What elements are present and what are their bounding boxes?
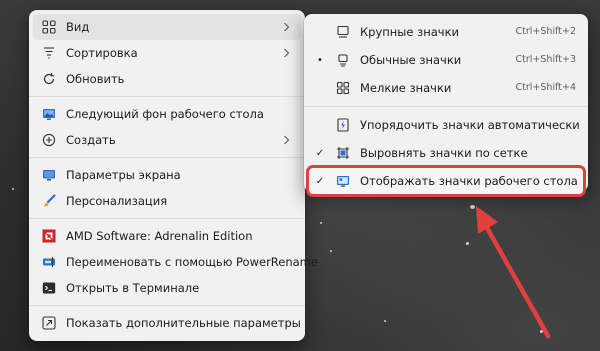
grid-icon [42, 20, 56, 34]
menu-item-label: Создать [66, 133, 116, 147]
menu-separator [29, 96, 305, 97]
chevron-right-icon [281, 20, 291, 34]
shortcut-hint: Ctrl+Shift+2 [515, 26, 576, 37]
checkmark-icon: ✓ [315, 147, 325, 159]
wallpaper-speck [330, 250, 332, 252]
submenu-item-show-desktop-icons[interactable]: ✓ Отображать значки рабочего стола [306, 165, 586, 197]
bullet-mark: • [317, 54, 323, 66]
wallpaper-speck [540, 330, 543, 333]
menu-item-label: Вид [66, 20, 90, 34]
powerrename-icon [42, 255, 56, 269]
selection-mark [314, 81, 326, 95]
menu-item-refresh[interactable]: Обновить [33, 66, 301, 92]
submenu-item-label: Обычные значки [360, 53, 462, 67]
shortcut-hint: Ctrl+Shift+4 [515, 82, 576, 93]
submenu-item-label: Отображать значки рабочего стола [360, 174, 578, 188]
small-icons-icon [336, 81, 350, 95]
menu-item-open-terminal[interactable]: Открыть в Терминале [33, 275, 301, 301]
submenu-item-label: Мелкие значки [360, 81, 452, 95]
terminal-icon [42, 281, 56, 295]
submenu-item-small-icons[interactable]: Мелкие значки Ctrl+Shift+4 [308, 74, 584, 102]
more-options-icon [42, 316, 56, 330]
submenu-item-large-icons[interactable]: Крупные значки Ctrl+Shift+2 [308, 18, 584, 46]
wallpaper-icon [42, 107, 56, 121]
menu-item-amd-software[interactable]: AMD Software: Adrenalin Edition [33, 223, 301, 249]
new-icon [42, 133, 56, 147]
submenu-item-label: Выровнять значки по сетке [360, 146, 528, 160]
menu-item-powerrename[interactable]: Переименовать с помощью PowerRename [33, 249, 318, 275]
menu-item-label: Следующий фон рабочего стола [66, 107, 264, 121]
wallpaper-speck [466, 242, 469, 245]
menu-item-label: Переименовать с помощью PowerRename [66, 255, 318, 269]
menu-separator [304, 106, 588, 107]
shortcut-hint: Ctrl+Shift+3 [515, 54, 576, 65]
menu-separator [29, 157, 305, 158]
menu-separator [29, 218, 305, 219]
chevron-right-icon [281, 46, 291, 60]
chevron-right-icon [281, 133, 291, 147]
menu-item-create[interactable]: Создать [33, 127, 301, 153]
medium-icons-icon [336, 53, 350, 67]
menu-item-sort[interactable]: Сортировка [33, 40, 301, 66]
selection-mark [314, 118, 326, 132]
align-grid-icon [336, 146, 350, 160]
menu-item-label: Параметры экрана [66, 168, 181, 182]
wallpaper-speck [470, 205, 475, 209]
submenu-item-auto-arrange[interactable]: Упорядочить значки автоматически [308, 111, 584, 139]
menu-separator [29, 305, 305, 306]
checkmark-icon: ✓ [315, 175, 325, 187]
menu-item-label: Обновить [66, 72, 125, 86]
auto-arrange-icon [336, 118, 350, 132]
refresh-icon [42, 72, 56, 86]
menu-item-personalization[interactable]: Персонализация [33, 188, 301, 214]
selection-mark [314, 25, 326, 39]
submenu-item-label: Крупные значки [360, 25, 460, 39]
menu-item-next-wallpaper[interactable]: Следующий фон рабочего стола [33, 101, 301, 127]
submenu-item-align-to-grid[interactable]: ✓ Выровнять значки по сетке [308, 139, 584, 167]
menu-item-label: Открыть в Терминале [66, 281, 200, 295]
sort-icon [42, 46, 56, 60]
menu-item-show-more-options[interactable]: Показать дополнительные параметры [33, 310, 301, 336]
wallpaper-speck [12, 188, 14, 190]
submenu-item-medium-icons[interactable]: • Обычные значки Ctrl+Shift+3 [308, 46, 584, 74]
brush-icon [42, 194, 56, 208]
menu-item-label: Сортировка [66, 46, 138, 60]
display-icon [42, 168, 56, 182]
menu-item-view[interactable]: Вид [33, 14, 301, 40]
show-desktop-icons-icon [336, 174, 350, 188]
menu-item-label: AMD Software: Adrenalin Edition [66, 229, 253, 243]
menu-item-label: Персонализация [66, 194, 168, 208]
desktop-context-menu: Вид Сортировка Обновить Следующий фон ра… [29, 10, 318, 341]
submenu-item-label: Упорядочить значки автоматически [360, 118, 580, 132]
wallpaper-speck [384, 320, 386, 322]
wallpaper-speck [320, 222, 322, 224]
amd-icon [42, 229, 56, 243]
menu-item-label: Показать дополнительные параметры [66, 316, 301, 330]
view-submenu: Крупные значки Ctrl+Shift+2 • Обычные зн… [304, 14, 588, 197]
large-icons-icon [336, 25, 350, 39]
menu-item-display-settings[interactable]: Параметры экрана [33, 162, 301, 188]
